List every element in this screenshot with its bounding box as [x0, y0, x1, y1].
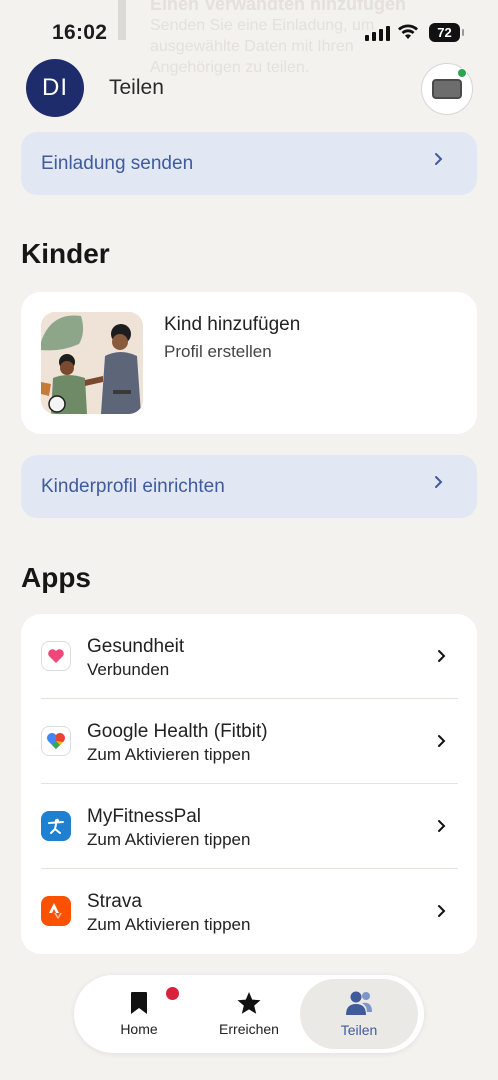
- google-health-icon: [41, 726, 71, 756]
- chevron-right-icon: [438, 735, 446, 747]
- nav-erreichen[interactable]: Erreichen: [198, 975, 300, 1053]
- apps-list: Gesundheit Verbunden Google Health (Fitb…: [21, 614, 477, 954]
- battery-level: 72: [437, 25, 452, 40]
- myfitnesspal-icon: [41, 811, 71, 841]
- app-status: Zum Aktivieren tippen: [87, 745, 251, 764]
- app-name: Gesundheit: [87, 636, 185, 657]
- add-kid-card[interactable]: Kind hinzufügen Profil erstellen: [21, 292, 477, 434]
- connected-status-dot: [457, 68, 467, 78]
- nav-home[interactable]: Home: [88, 975, 190, 1053]
- status-time: 16:02: [52, 21, 108, 44]
- app-name: MyFitnessPal: [87, 806, 202, 827]
- strava-icon: [41, 896, 71, 926]
- app-status: Verbunden: [87, 660, 170, 679]
- list-item-google-health[interactable]: Google Health (Fitbit) Zum Aktivieren ti…: [21, 699, 477, 784]
- app-status: Zum Aktivieren tippen: [87, 915, 251, 934]
- bottom-navigation: Home Erreichen Teilen: [74, 975, 424, 1053]
- page-title: Teilen: [109, 76, 164, 99]
- avatar[interactable]: DI: [26, 59, 84, 117]
- bookmark-icon: [131, 992, 147, 1014]
- add-kid-subtitle: Profil erstellen: [164, 342, 272, 361]
- invite-label: Einladung senden: [41, 152, 194, 174]
- list-item-myfitnesspal[interactable]: MyFitnessPal Zum Aktivieren tippen: [21, 784, 477, 869]
- kids-section-title: Kinder: [21, 238, 110, 269]
- wifi-icon: [398, 24, 418, 39]
- setup-kid-profile-button[interactable]: Kinderprofil einrichten: [21, 455, 477, 518]
- nav-label: Teilen: [340, 1022, 378, 1038]
- list-item-strava[interactable]: Strava Zum Aktivieren tippen: [21, 869, 477, 954]
- nav-teilen[interactable]: Teilen: [300, 979, 418, 1049]
- battery-icon: 72: [429, 23, 464, 42]
- app-name: Strava: [87, 891, 142, 912]
- cellular-signal-icon: [365, 25, 390, 41]
- chevron-right-icon: [438, 650, 446, 662]
- header: DI Teilen: [0, 58, 498, 120]
- chevron-right-icon: [435, 476, 443, 488]
- device-button[interactable]: [421, 63, 473, 115]
- chevron-right-icon: [438, 820, 446, 832]
- add-kid-title: Kind hinzufügen: [164, 314, 301, 335]
- notification-badge: [166, 987, 179, 1000]
- status-bar: 16:02 72: [0, 0, 498, 62]
- setup-kid-profile-label: Kinderprofil einrichten: [41, 475, 225, 497]
- share-screen: Einen Verwandten hinzufügen Senden Sie e…: [0, 0, 498, 1080]
- avatar-initials: DI: [42, 74, 68, 101]
- nav-label: Erreichen: [219, 1021, 279, 1037]
- app-status: Zum Aktivieren tippen: [87, 830, 251, 849]
- list-item-gesundheit[interactable]: Gesundheit Verbunden: [21, 614, 477, 699]
- apple-health-icon: [41, 641, 71, 671]
- invite-button[interactable]: Einladung senden: [21, 132, 477, 195]
- people-icon: [346, 991, 372, 1015]
- nav-label: Home: [120, 1021, 158, 1037]
- family-illustration: [41, 312, 143, 414]
- star-icon: [237, 992, 261, 1014]
- chevron-right-icon: [435, 153, 443, 165]
- app-name: Google Health (Fitbit): [87, 721, 268, 742]
- apps-section-title: Apps: [21, 562, 91, 593]
- chevron-right-icon: [438, 905, 446, 917]
- device-icon: [432, 79, 462, 99]
